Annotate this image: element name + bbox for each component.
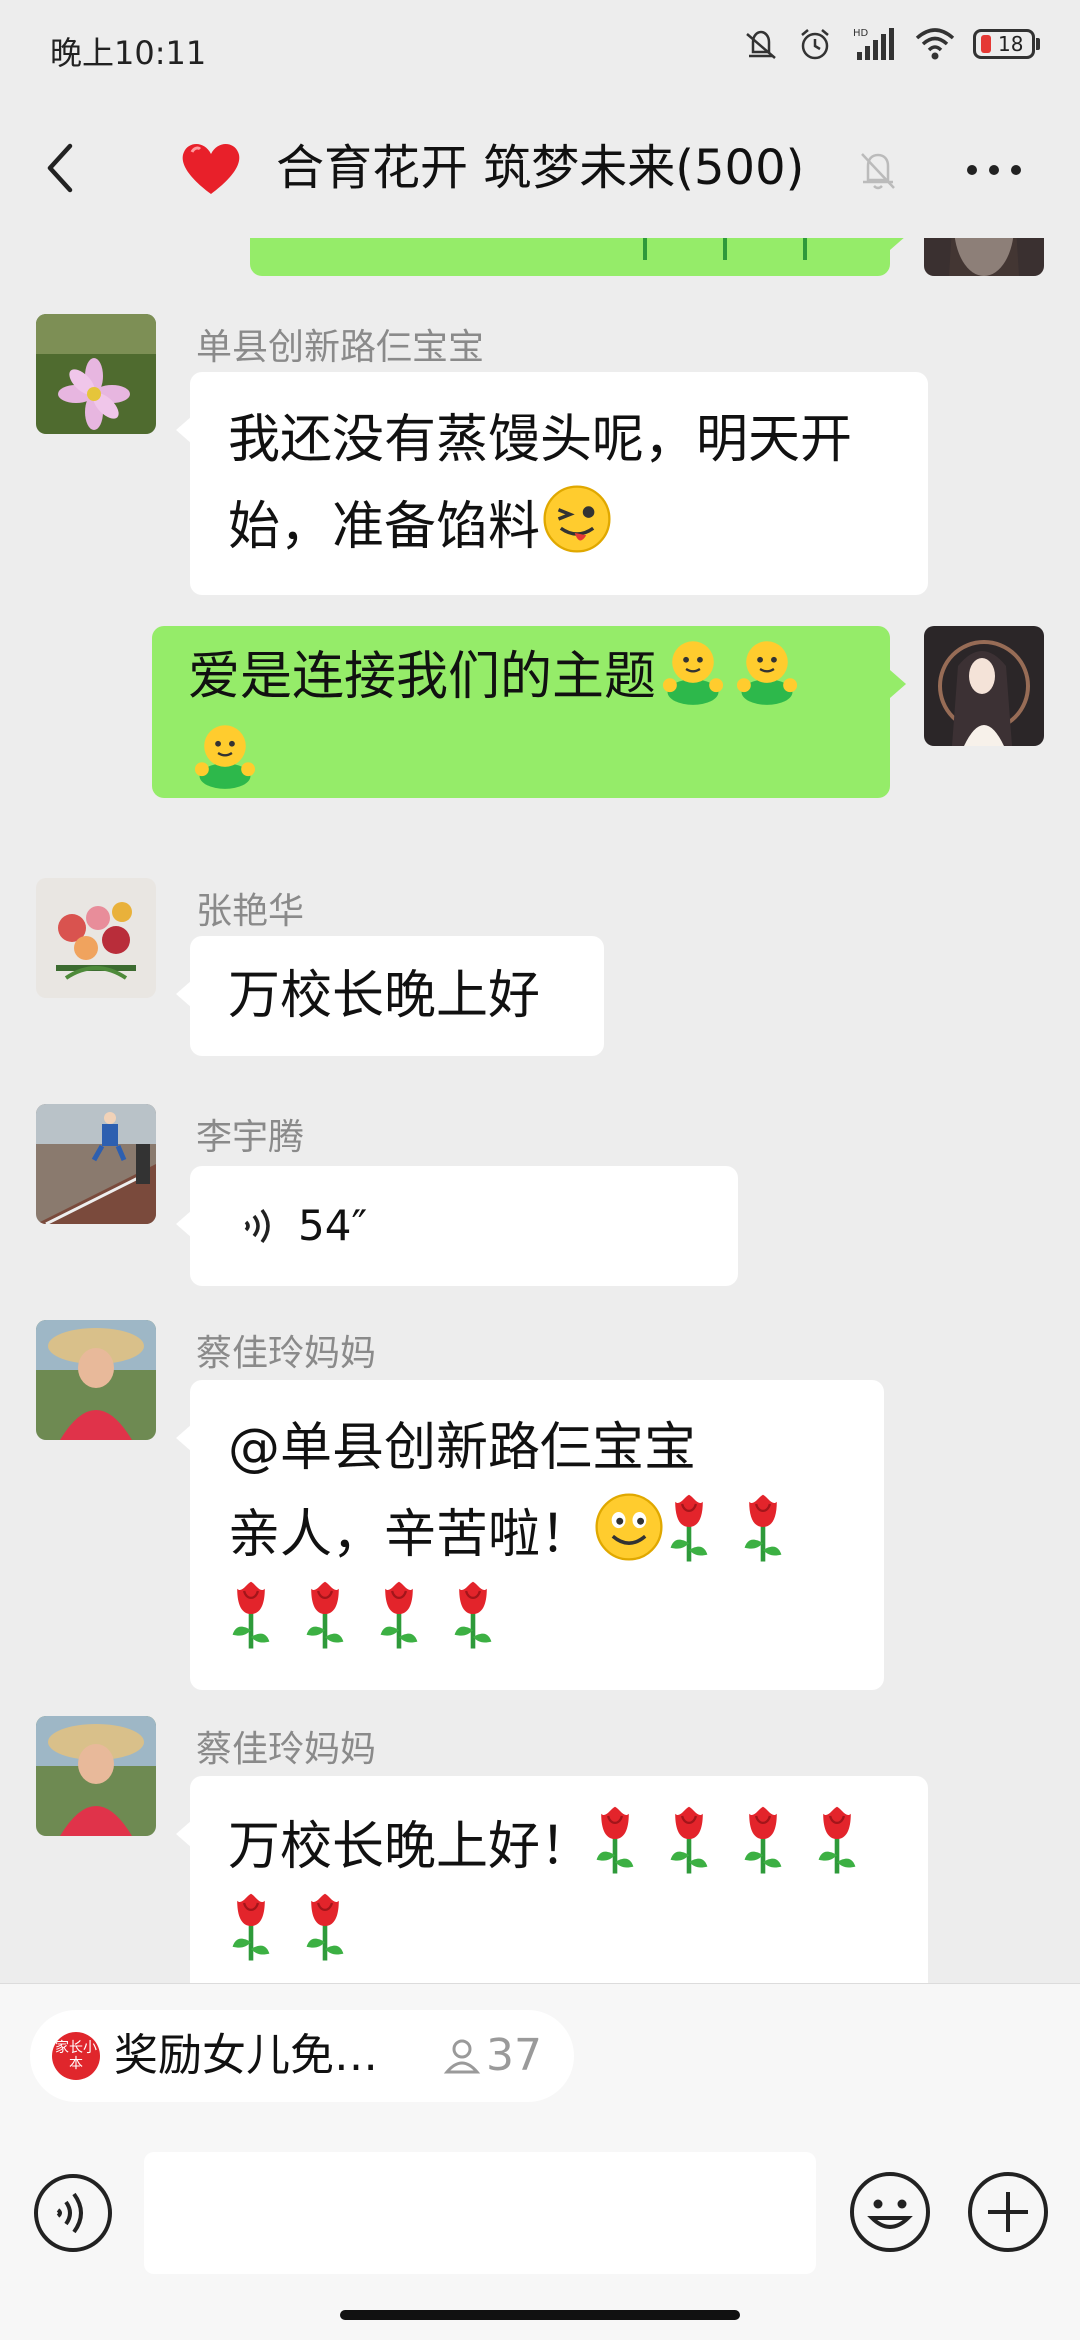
message-text: 万校长晚上好！ (228, 1817, 593, 1877)
sender-name: 蔡佳玲妈妈 (196, 1333, 377, 1374)
home-indicator[interactable] (340, 2310, 740, 2320)
avatar[interactable] (36, 1104, 156, 1224)
hd-badge: HD (853, 28, 869, 39)
hug-emoji-icon (188, 716, 262, 790)
rose-icon (803, 238, 807, 260)
hug-emoji-icon (730, 632, 804, 706)
chat-messages[interactable]: 单县创新路仨宝宝 我还没有蒸馒头呢，明天开 始，准备馅料 爱是连接我们的主题 张… (0, 238, 1080, 1983)
message-bubble[interactable]: @单县创新路仨宝宝 亲人，辛苦啦！ (176, 1380, 884, 1690)
mute-notification-icon (746, 30, 776, 59)
hug-emoji-icon (656, 632, 730, 706)
mute-icon (861, 153, 895, 190)
alarm-icon (801, 29, 829, 60)
message-text: 万校长晚上好 (228, 966, 541, 1026)
more-icon[interactable] (962, 150, 1026, 190)
avatar[interactable] (36, 1716, 156, 1836)
rose-icon (723, 238, 727, 260)
bottom-panel: 家长小本 奖励女儿免… 37 (0, 1983, 1080, 2340)
rose-icon (450, 1577, 496, 1651)
avatar[interactable] (36, 1320, 156, 1440)
status-icons: HD 18 (743, 26, 1040, 62)
voice-icon (244, 1208, 270, 1244)
message-bubble-partial[interactable] (250, 238, 906, 276)
sender-name: 李宇腾 (196, 1117, 305, 1158)
smile-emoji-icon (592, 1490, 666, 1564)
emoji-icon[interactable] (848, 2170, 932, 2254)
rose-icon (666, 1490, 712, 1564)
rose-icon (666, 1802, 712, 1876)
wifi-icon (915, 28, 955, 60)
mini-program-chip[interactable]: 家长小本 奖励女儿免… 37 (30, 2010, 574, 2102)
battery-icon: 18 (973, 29, 1040, 59)
message-text: 爱是连接我们的主题 (188, 647, 657, 707)
chat-title: 合育花开 筑梦未来(500) (276, 140, 805, 196)
battery-level: 18 (998, 32, 1024, 56)
status-time: 晚上10:11 (50, 34, 207, 72)
plus-icon[interactable] (966, 2170, 1050, 2254)
avatar[interactable] (36, 314, 156, 434)
rose-icon (740, 1802, 786, 1876)
mini-program-title: 奖励女儿免… (114, 2030, 378, 2081)
person-icon (443, 2039, 481, 2074)
participant-count: 37 (486, 2030, 542, 2081)
message-bubble[interactable]: 万校长晚上好！ (176, 1776, 928, 1983)
message-text: 我还没有蒸馒头呢，明天开 (228, 410, 853, 470)
message-bubble-outgoing[interactable]: 爱是连接我们的主题 (152, 626, 906, 798)
avatar[interactable] (36, 878, 156, 998)
rose-icon (302, 1577, 348, 1651)
sender-name: 单县创新路仨宝宝 (196, 327, 485, 368)
sender-name: 张艳华 (196, 891, 305, 932)
signal-icon: HD (853, 28, 894, 60)
back-icon[interactable] (36, 138, 84, 198)
rose-icon (592, 1802, 638, 1876)
message-text: 始，准备馅料 (228, 497, 541, 557)
mini-program-logo: 家长小本 (52, 2032, 100, 2080)
rose-icon (302, 1889, 348, 1963)
message-input[interactable] (144, 2152, 816, 2274)
avatar[interactable] (924, 626, 1044, 746)
voice-input-icon[interactable] (32, 2172, 114, 2254)
rose-icon (814, 1802, 860, 1876)
voice-duration: 54″ (298, 1201, 368, 1250)
chat-header: 合育花开 筑梦未来(500) (0, 100, 1080, 238)
rose-icon (228, 1577, 274, 1651)
message-text: @单县创新路仨宝宝 (228, 1418, 697, 1478)
message-bubble[interactable]: 万校长晚上好 (176, 936, 604, 1056)
rose-icon (643, 238, 647, 260)
rose-icon (740, 1490, 786, 1564)
rose-icon (376, 1577, 422, 1651)
tongue-emoji-icon (540, 482, 614, 556)
message-text: 亲人，辛苦啦！ (228, 1505, 593, 1565)
voice-message-bubble[interactable]: 54″ (176, 1166, 738, 1286)
rose-icon (228, 1889, 274, 1963)
heart-icon (182, 144, 240, 194)
sender-name: 蔡佳玲妈妈 (196, 1729, 377, 1770)
message-bubble[interactable]: 我还没有蒸馒头呢，明天开 始，准备馅料 (176, 372, 928, 595)
avatar[interactable] (924, 238, 1044, 276)
status-bar: 晚上10:11 HD 18 (0, 0, 1080, 100)
